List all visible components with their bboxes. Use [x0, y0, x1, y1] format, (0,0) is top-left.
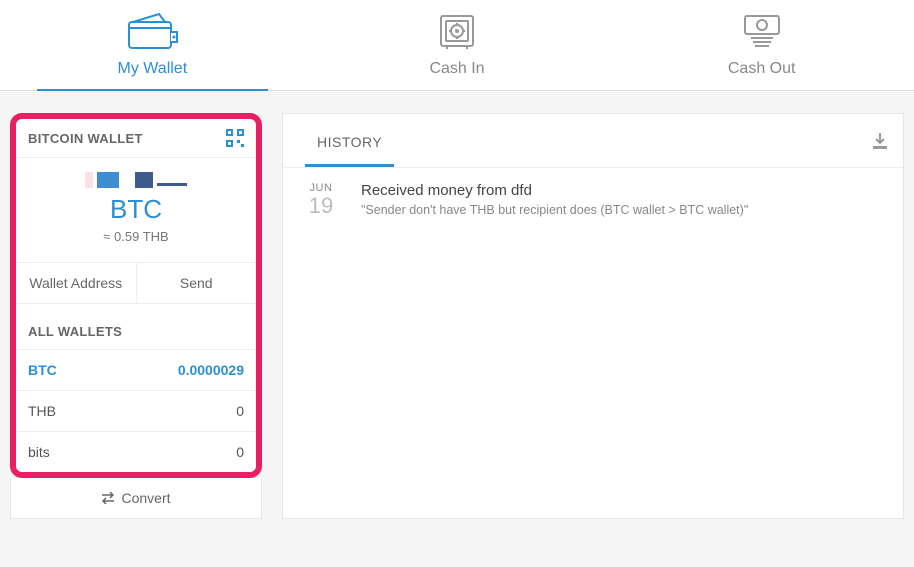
history-panel: HISTORY JUN 19 Received money from dfd "…: [282, 113, 904, 519]
wallet-highlight-box: BITCOIN WALLET BTC ≈ 0.59 THB Wallet Add…: [10, 113, 262, 478]
tab-label: My Wallet: [118, 60, 188, 78]
wallet-address-button[interactable]: Wallet Address: [16, 263, 137, 303]
history-entry[interactable]: JUN 19 Received money from dfd "Sender d…: [283, 168, 903, 232]
cash-out-icon: [739, 10, 785, 54]
history-day: 19: [301, 194, 341, 218]
wallet-row-amount: 0: [236, 403, 244, 419]
convert-label: Convert: [121, 490, 170, 506]
tab-label: Cash Out: [728, 60, 796, 78]
wallet-row-thb[interactable]: THB 0: [16, 390, 256, 431]
safe-icon: [437, 10, 477, 54]
wallet-icon: [123, 10, 181, 54]
exchange-icon: [101, 492, 115, 504]
wallet-row-name: bits: [28, 444, 50, 460]
history-tab[interactable]: HISTORY: [297, 116, 402, 166]
balance-graphic: [16, 172, 256, 188]
wallet-row-bits[interactable]: bits 0: [16, 431, 256, 472]
wallet-panel-title: BITCOIN WALLET: [28, 131, 143, 146]
send-button[interactable]: Send: [137, 263, 257, 303]
qr-icon[interactable]: [226, 129, 244, 147]
tab-cash-out[interactable]: Cash Out: [609, 0, 914, 90]
wallet-row-amount: 0: [236, 444, 244, 460]
tab-label: Cash In: [429, 60, 484, 78]
all-wallets-title: ALL WALLETS: [16, 304, 256, 349]
tab-cash-in[interactable]: Cash In: [305, 0, 610, 90]
history-date: JUN 19: [301, 182, 341, 218]
download-icon[interactable]: [871, 132, 889, 150]
wallet-row-amount: 0.0000029: [178, 362, 244, 378]
wallet-approx-value: ≈ 0.59 THB: [16, 229, 256, 244]
wallet-currency: BTC: [16, 194, 256, 225]
tab-my-wallet[interactable]: My Wallet: [0, 0, 305, 90]
history-subtitle: "Sender don't have THB but recipient doe…: [361, 203, 885, 217]
history-title: Received money from dfd: [361, 182, 885, 199]
wallet-row-name: THB: [28, 403, 56, 419]
wallet-row-name: BTC: [28, 362, 57, 378]
main-tabs: My Wallet Cash In Cash Out: [0, 0, 914, 91]
wallet-row-btc[interactable]: BTC 0.0000029: [16, 349, 256, 390]
convert-button[interactable]: Convert: [10, 478, 262, 519]
